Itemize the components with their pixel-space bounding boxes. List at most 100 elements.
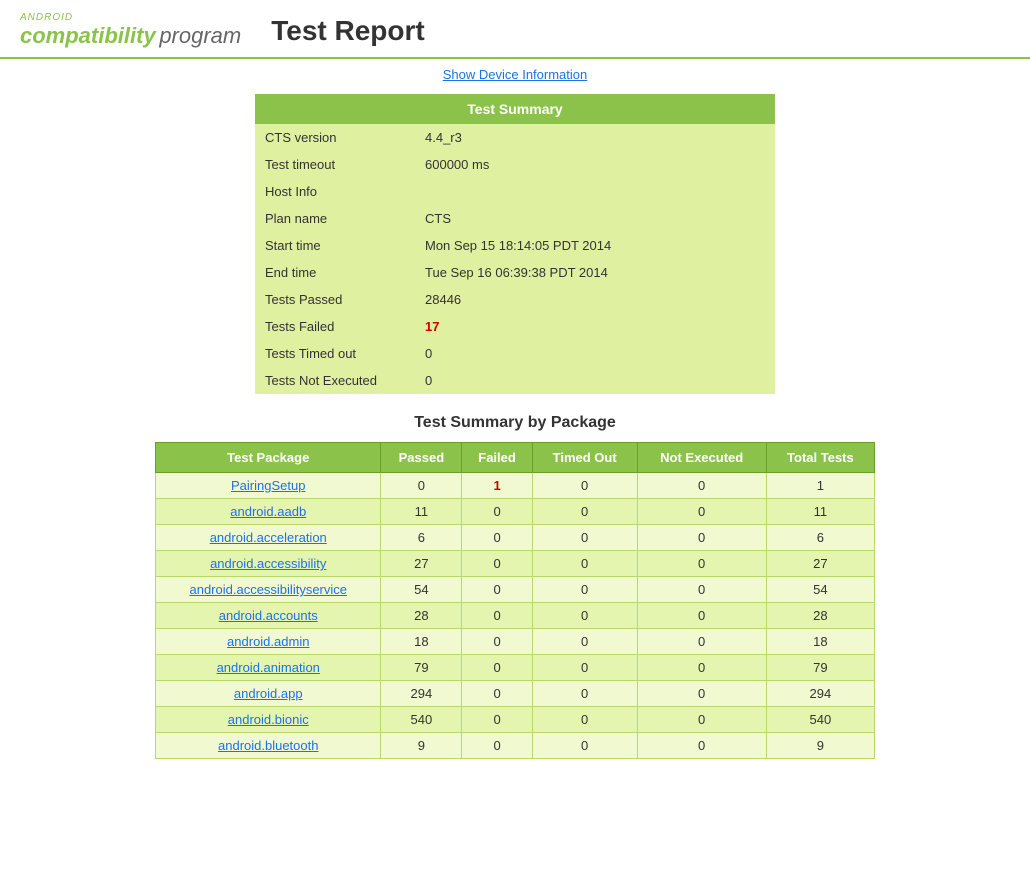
summary-row: Start timeMon Sep 15 18:14:05 PDT 2014 <box>255 232 775 259</box>
pkg-failed: 0 <box>462 551 533 577</box>
pkg-total: 6 <box>766 525 874 551</box>
summary-value: 0 <box>415 367 775 394</box>
summary-row: Host Info <box>255 178 775 205</box>
pkg-timed-out: 0 <box>532 499 637 525</box>
summary-label: Test timeout <box>255 151 415 178</box>
pkg-name[interactable]: android.acceleration <box>156 525 381 551</box>
pkg-timed-out: 0 <box>532 525 637 551</box>
pkg-passed: 27 <box>381 551 462 577</box>
logo-compat: compatibility <box>20 23 156 48</box>
pkg-timed-out: 0 <box>532 603 637 629</box>
summary-value: 17 <box>415 313 775 340</box>
pkg-name[interactable]: android.app <box>156 681 381 707</box>
pkg-row: android.admin1800018 <box>156 629 875 655</box>
pkg-failed: 0 <box>462 525 533 551</box>
summary-row: Tests Timed out0 <box>255 340 775 367</box>
pkg-name[interactable]: android.bluetooth <box>156 733 381 759</box>
pkg-col-header: Test Package <box>156 443 381 473</box>
pkg-total: 27 <box>766 551 874 577</box>
pkg-col-header: Total Tests <box>766 443 874 473</box>
pkg-failed: 0 <box>462 629 533 655</box>
pkg-timed-out: 0 <box>532 681 637 707</box>
pkg-col-header: Passed <box>381 443 462 473</box>
pkg-row: android.app294000294 <box>156 681 875 707</box>
pkg-not-executed: 0 <box>637 733 766 759</box>
pkg-not-executed: 0 <box>637 525 766 551</box>
pkg-passed: 11 <box>381 499 462 525</box>
summary-row: CTS version4.4_r3 <box>255 124 775 151</box>
summary-label: Host Info <box>255 178 415 205</box>
pkg-failed: 0 <box>462 577 533 603</box>
summary-row: Tests Not Executed0 <box>255 367 775 394</box>
device-info-link[interactable]: Show Device Information <box>443 67 588 82</box>
summary-label: Tests Not Executed <box>255 367 415 394</box>
pkg-timed-out: 0 <box>532 733 637 759</box>
summary-value: 600000 ms <box>415 151 775 178</box>
pkg-name[interactable]: android.bionic <box>156 707 381 733</box>
pkg-passed: 540 <box>381 707 462 733</box>
pkg-col-header: Not Executed <box>637 443 766 473</box>
pkg-col-header: Failed <box>462 443 533 473</box>
pkg-summary-container: Test PackagePassedFailedTimed OutNot Exe… <box>155 442 875 759</box>
pkg-failed: 0 <box>462 707 533 733</box>
pkg-total: 28 <box>766 603 874 629</box>
pkg-name[interactable]: android.aadb <box>156 499 381 525</box>
pkg-total: 11 <box>766 499 874 525</box>
pkg-failed: 0 <box>462 681 533 707</box>
summary-label: CTS version <box>255 124 415 151</box>
pkg-failed: 0 <box>462 655 533 681</box>
pkg-failed: 0 <box>462 733 533 759</box>
pkg-row: android.accounts2800028 <box>156 603 875 629</box>
summary-table: Test SummaryCTS version4.4_r3Test timeou… <box>255 94 775 394</box>
pkg-passed: 54 <box>381 577 462 603</box>
pkg-passed: 28 <box>381 603 462 629</box>
logo-program: program <box>159 23 241 48</box>
pkg-not-executed: 0 <box>637 473 766 499</box>
pkg-name[interactable]: PairingSetup <box>156 473 381 499</box>
pkg-failed: 0 <box>462 499 533 525</box>
summary-value: 0 <box>415 340 775 367</box>
pkg-name[interactable]: android.admin <box>156 629 381 655</box>
summary-row: Test timeout600000 ms <box>255 151 775 178</box>
pkg-failed: 1 <box>462 473 533 499</box>
pkg-passed: 294 <box>381 681 462 707</box>
summary-label: End time <box>255 259 415 286</box>
pkg-col-header: Timed Out <box>532 443 637 473</box>
pkg-row: android.animation7900079 <box>156 655 875 681</box>
summary-row: End timeTue Sep 16 06:39:38 PDT 2014 <box>255 259 775 286</box>
pkg-not-executed: 0 <box>637 551 766 577</box>
summary-label: Tests Timed out <box>255 340 415 367</box>
pkg-summary-heading: Test Summary by Package <box>0 414 1030 432</box>
pkg-name[interactable]: android.animation <box>156 655 381 681</box>
logo-area: android compatibility program <box>20 12 241 49</box>
pkg-not-executed: 0 <box>637 577 766 603</box>
summary-value: 4.4_r3 <box>415 124 775 151</box>
summary-value: Tue Sep 16 06:39:38 PDT 2014 <box>415 259 775 286</box>
pkg-total: 294 <box>766 681 874 707</box>
pkg-total: 540 <box>766 707 874 733</box>
pkg-summary-table: Test PackagePassedFailedTimed OutNot Exe… <box>155 442 875 759</box>
pkg-not-executed: 0 <box>637 655 766 681</box>
pkg-not-executed: 0 <box>637 681 766 707</box>
pkg-name[interactable]: android.accounts <box>156 603 381 629</box>
pkg-total: 9 <box>766 733 874 759</box>
pkg-name[interactable]: android.accessibilityservice <box>156 577 381 603</box>
pkg-row: android.aadb1100011 <box>156 499 875 525</box>
pkg-row: android.accessibilityservice5400054 <box>156 577 875 603</box>
pkg-timed-out: 0 <box>532 655 637 681</box>
pkg-timed-out: 0 <box>532 473 637 499</box>
android-label: android <box>20 12 241 23</box>
pkg-row: android.bluetooth90009 <box>156 733 875 759</box>
summary-heading: Test Summary <box>255 94 775 124</box>
pkg-timed-out: 0 <box>532 577 637 603</box>
device-info-row: Show Device Information <box>0 59 1030 94</box>
pkg-timed-out: 0 <box>532 629 637 655</box>
pkg-row: android.bionic540000540 <box>156 707 875 733</box>
pkg-not-executed: 0 <box>637 629 766 655</box>
pkg-total: 54 <box>766 577 874 603</box>
summary-container: Test SummaryCTS version4.4_r3Test timeou… <box>255 94 775 394</box>
summary-label: Tests Failed <box>255 313 415 340</box>
pkg-not-executed: 0 <box>637 707 766 733</box>
pkg-total: 18 <box>766 629 874 655</box>
pkg-name[interactable]: android.accessibility <box>156 551 381 577</box>
